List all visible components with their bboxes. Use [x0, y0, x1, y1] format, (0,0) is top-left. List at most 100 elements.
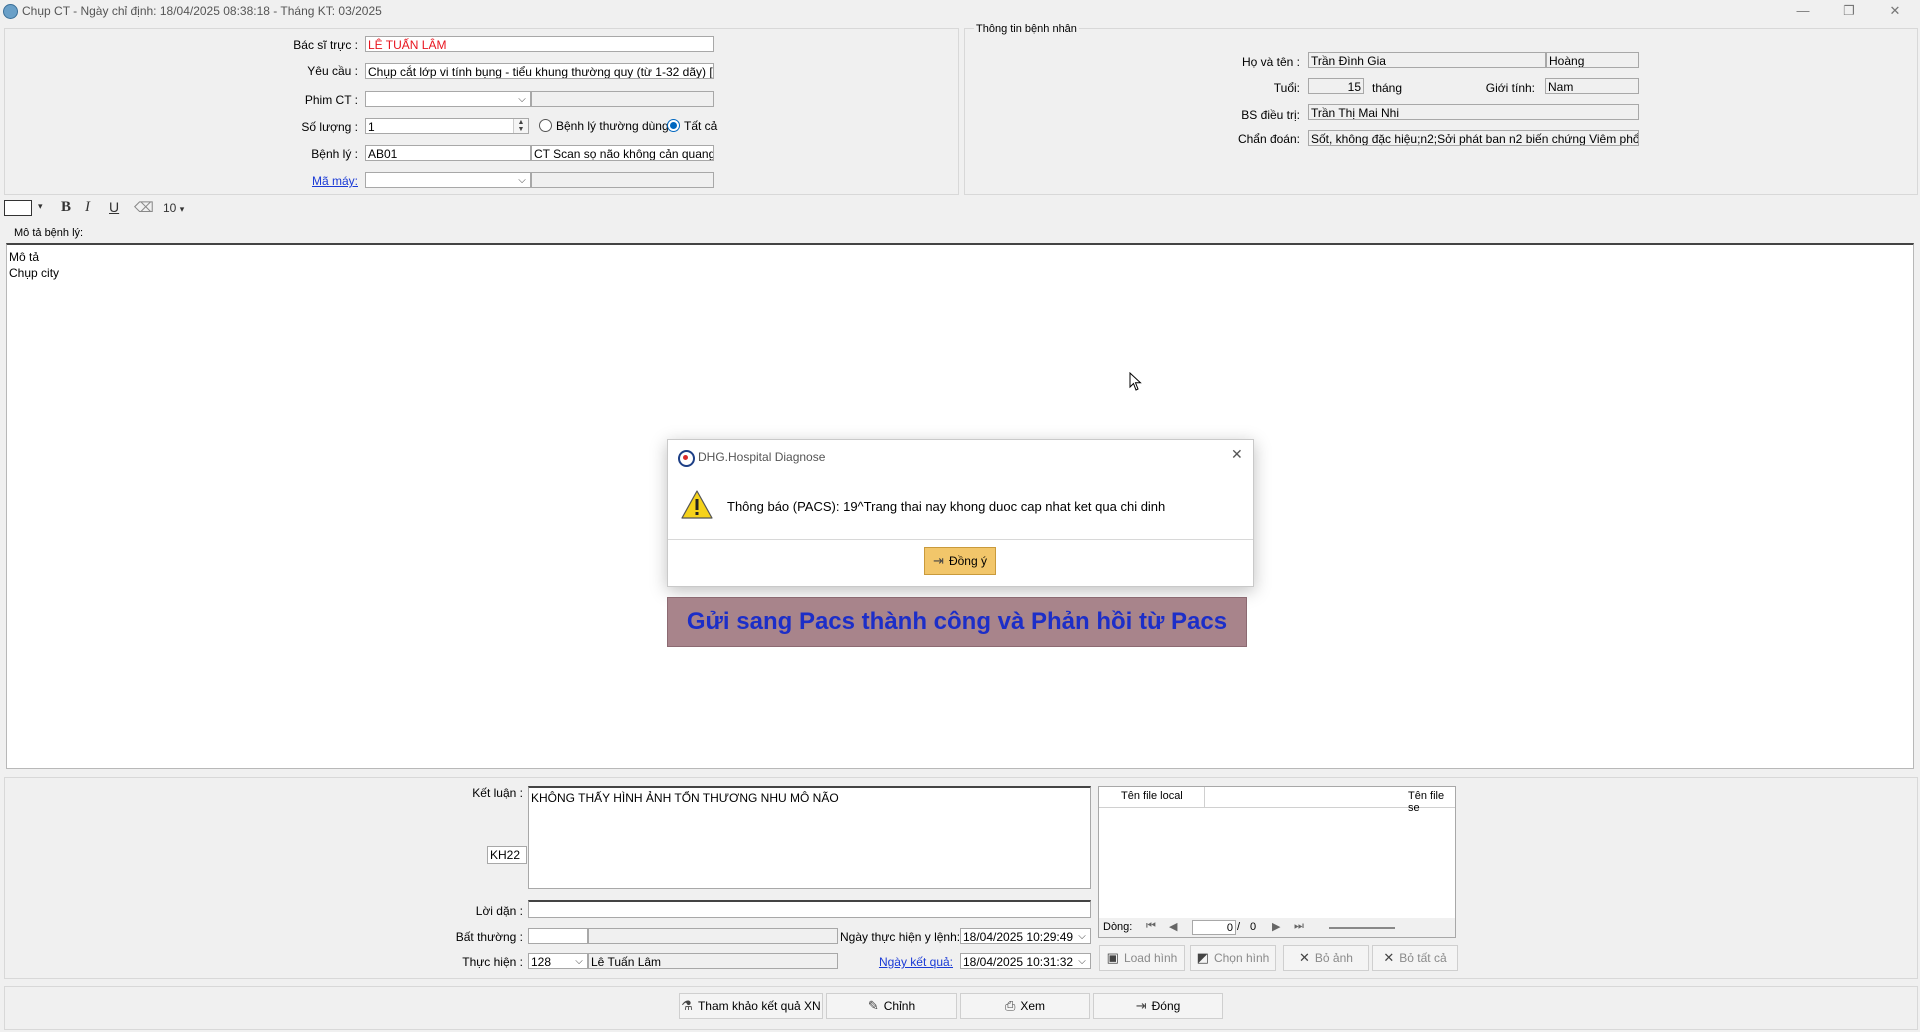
performer-code-select[interactable]: 128 ⌵ — [528, 953, 588, 969]
close-window-button[interactable]: ✕ — [1882, 2, 1908, 20]
film-select[interactable]: ⌵ — [365, 91, 531, 107]
column-local-file[interactable]: Tên file local — [1121, 790, 1183, 802]
radio-common-pathology[interactable]: Bệnh lý thường dùng — [539, 119, 669, 133]
dialog-divider — [668, 539, 1253, 540]
zoom-slider[interactable] — [1329, 927, 1395, 929]
diagnosis-label: Chẩn đoán: — [1237, 132, 1300, 146]
edit-label: Chỉnh — [883, 999, 916, 1013]
prev-page-icon[interactable]: ◀ — [1169, 920, 1177, 933]
ok-button[interactable]: ⇥ Đồng ý — [924, 547, 996, 575]
close-icon: ✕ — [1299, 950, 1310, 965]
first-page-icon[interactable]: ⏮ — [1146, 920, 1156, 933]
performer-code-value: 128 — [531, 955, 552, 969]
result-date-value: 18/04/2025 10:31:32 — [963, 955, 1074, 969]
choose-image-button[interactable]: ◩ Chọn hình — [1190, 945, 1276, 971]
radio-common-label: Bệnh lý thường dùng — [556, 119, 669, 133]
doctor-label: Bác sĩ trực : — [293, 38, 358, 52]
gender-label: Giới tính: — [1485, 81, 1535, 95]
image-file-grid[interactable]: Tên file local Tên file se — [1098, 786, 1456, 938]
machine-link[interactable]: Mã máy: — [250, 174, 358, 188]
view-button[interactable]: ⎙ Xem — [960, 993, 1090, 1019]
page-separator: / — [1237, 921, 1241, 933]
pathology-code-field[interactable]: AB01 — [365, 145, 531, 161]
load-image-label: Load hình — [1123, 951, 1178, 965]
last-page-icon[interactable]: ⏭ — [1294, 920, 1304, 933]
title-bar: Chụp CT - Ngày chỉ định: 18/04/2025 08:3… — [0, 0, 1920, 22]
radio-icon — [539, 119, 552, 132]
dialog-title: DHG.Hospital Diagnose — [698, 450, 826, 464]
edit-button[interactable]: ✎ Chỉnh — [826, 993, 957, 1019]
lab-results-button[interactable]: ⚗ Tham khảo kết quả XN — [679, 993, 823, 1019]
text-color-picker[interactable] — [4, 200, 32, 216]
description-label: Mô tả bệnh lý: — [14, 227, 84, 239]
abnormal-name-field — [588, 928, 838, 944]
age-unit: tháng — [1372, 81, 1403, 95]
bold-button[interactable]: B — [61, 199, 71, 216]
machine-name-field — [531, 172, 714, 188]
quantity-stepper[interactable]: 1 ▲ ▼ — [365, 118, 529, 134]
next-page-icon[interactable]: ▶ — [1272, 920, 1280, 933]
age-field: 15 — [1308, 78, 1364, 94]
dialog-close-icon[interactable]: ✕ — [1231, 446, 1243, 463]
remove-image-button[interactable]: ✕ Bỏ ảnh — [1283, 945, 1369, 971]
spin-arrows-icon[interactable]: ▲ ▼ — [513, 119, 528, 133]
radio-all[interactable]: Tất cả — [667, 119, 717, 133]
chevron-down-icon[interactable]: ⌵ — [571, 954, 587, 968]
minimize-button[interactable]: — — [1790, 2, 1816, 20]
chevron-down-icon[interactable]: ⌵ — [1074, 929, 1090, 943]
patient-name-field: Trần Đình Gia — [1308, 52, 1546, 68]
underline-button[interactable]: U — [109, 199, 119, 215]
mouse-pointer-icon — [1129, 372, 1142, 391]
font-size-select[interactable]: 10 ▾ — [163, 201, 184, 215]
load-image-button[interactable]: ▣ Load hình — [1099, 945, 1185, 971]
film-name-field — [531, 91, 714, 107]
page-current-field[interactable]: 0 — [1192, 920, 1236, 935]
chevron-down-icon[interactable]: ⌵ — [514, 173, 530, 187]
conclusion-field[interactable]: KHÔNG THẤY HÌNH ẢNH TỔN THƯƠNG NHU MÔ NÃ… — [528, 786, 1091, 889]
request-field[interactable]: Chụp cắt lớp vi tính bụng - tiểu khung t… — [365, 63, 714, 79]
ok-label: Đồng ý — [948, 554, 987, 568]
abnormal-code-field[interactable] — [528, 928, 588, 944]
patient-name-label: Họ và tên : — [1241, 55, 1300, 69]
gender-field: Nam — [1545, 78, 1639, 94]
treating-doctor-label: BS điều trị: — [1241, 108, 1300, 122]
chevron-down-icon[interactable]: ⌵ — [1074, 954, 1090, 968]
template-code-field[interactable]: KH22 — [487, 846, 527, 864]
conclusion-label: Kết luận : — [472, 786, 523, 800]
edit-icon: ✎ — [867, 998, 879, 1013]
dialog-message: Thông báo (PACS): 19^Trang thai nay khon… — [727, 499, 1166, 514]
machine-select[interactable]: ⌵ — [365, 172, 531, 188]
close-button[interactable]: ⇥ Đóng — [1093, 993, 1223, 1019]
result-date-link[interactable]: Ngày kết quả: — [840, 955, 953, 969]
patient-name-extra-field: Hoàng — [1546, 52, 1639, 68]
close-icon: ✕ — [1383, 950, 1395, 965]
radio-selected-icon — [667, 119, 680, 132]
app-logo-icon — [678, 450, 695, 467]
result-date-picker[interactable]: 18/04/2025 10:31:32 ⌵ — [960, 953, 1091, 969]
page-total: 0 — [1250, 921, 1257, 933]
font-size-value: 10 — [163, 201, 177, 215]
remove-image-label: Bỏ ảnh — [1314, 951, 1353, 965]
pathology-label: Bệnh lý : — [311, 147, 358, 161]
performer-label: Thực hiện : — [462, 955, 523, 969]
restore-button[interactable]: ❐ — [1836, 2, 1862, 20]
pacs-status-banner: Gửi sang Pacs thành công và Phản hồi từ … — [667, 597, 1247, 647]
exec-date-value: 18/04/2025 10:29:49 — [963, 930, 1074, 944]
order-panel — [4, 28, 959, 195]
chevron-down-icon[interactable]: ⌵ — [514, 92, 530, 106]
remove-all-button[interactable]: ✕ Bỏ tất cả — [1372, 945, 1458, 971]
exit-door-icon: ⇥ — [1135, 998, 1147, 1013]
advice-field[interactable] — [528, 900, 1091, 918]
chevron-down-icon[interactable]: ▾ — [38, 201, 43, 212]
doctor-field[interactable]: LÊ TUẤN LÂM — [365, 36, 714, 52]
italic-button[interactable]: I — [85, 199, 90, 216]
radio-all-label: Tất cả — [684, 119, 718, 133]
lab-results-label: Tham khảo kết quả XN — [697, 999, 821, 1013]
eraser-icon[interactable]: ⌫ — [134, 199, 154, 216]
warning-icon — [681, 490, 713, 519]
pathology-name-field[interactable]: CT Scan sọ não không cản quang — [531, 145, 714, 161]
rows-label: Dòng: — [1103, 921, 1133, 933]
treating-doctor-field: Trần Thị Mai Nhi — [1308, 104, 1639, 120]
column-server-file[interactable]: Tên file se — [1408, 790, 1455, 814]
exec-date-picker[interactable]: 18/04/2025 10:29:49 ⌵ — [960, 928, 1091, 944]
